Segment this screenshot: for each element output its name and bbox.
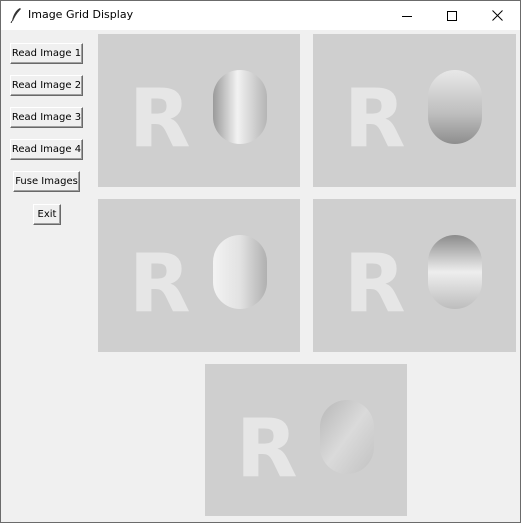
capsule-shape — [213, 70, 267, 144]
letter-r: R — [344, 72, 406, 165]
read-image-2-button[interactable]: Read Image 2 — [10, 75, 83, 96]
feather-icon — [10, 8, 21, 23]
letter-r: R — [129, 72, 191, 165]
image-3-graphic: R — [129, 235, 267, 330]
maximize-button[interactable] — [429, 1, 474, 30]
capsule-shape — [213, 235, 267, 309]
close-icon — [492, 10, 503, 21]
letter-r: R — [129, 237, 191, 330]
fuse-images-button[interactable]: Fuse Images — [13, 171, 80, 192]
image-1-graphic: R — [129, 70, 267, 165]
button-label: Read Image 4 — [11, 144, 82, 155]
capsule-shape — [428, 70, 482, 144]
read-image-3-button[interactable]: Read Image 3 — [10, 107, 83, 128]
button-label: Exit — [37, 209, 57, 220]
image-4-graphic: R — [344, 235, 482, 330]
read-image-1-button[interactable]: Read Image 1 — [10, 43, 83, 64]
image-4-panel: R — [313, 199, 516, 352]
exit-button[interactable]: Exit — [33, 204, 61, 225]
button-label: Read Image 3 — [11, 112, 82, 123]
title-bar[interactable]: Image Grid Display — [1, 1, 520, 30]
button-label: Fuse Images — [15, 176, 78, 187]
app-window: Image Grid Display Read Image 1 Read Ima… — [0, 0, 521, 523]
read-image-4-button[interactable]: Read Image 4 — [10, 139, 83, 160]
capsule-shape — [320, 400, 374, 474]
image-2-panel: R — [313, 34, 516, 187]
letter-r: R — [236, 402, 298, 495]
window-title: Image Grid Display — [28, 8, 134, 21]
maximize-icon — [446, 10, 457, 21]
capsule-shape — [428, 235, 482, 309]
button-label: Read Image 1 — [11, 48, 82, 59]
fused-image-panel: R — [205, 364, 407, 516]
image-3-panel: R — [98, 199, 300, 352]
image-2-graphic: R — [344, 70, 482, 165]
minimize-button[interactable] — [384, 1, 429, 30]
button-label: Read Image 2 — [11, 80, 82, 91]
minimize-icon — [401, 15, 412, 17]
fused-image-graphic: R — [236, 400, 374, 495]
letter-r: R — [344, 237, 406, 330]
close-button[interactable] — [475, 1, 520, 30]
image-1-panel: R — [98, 34, 300, 187]
